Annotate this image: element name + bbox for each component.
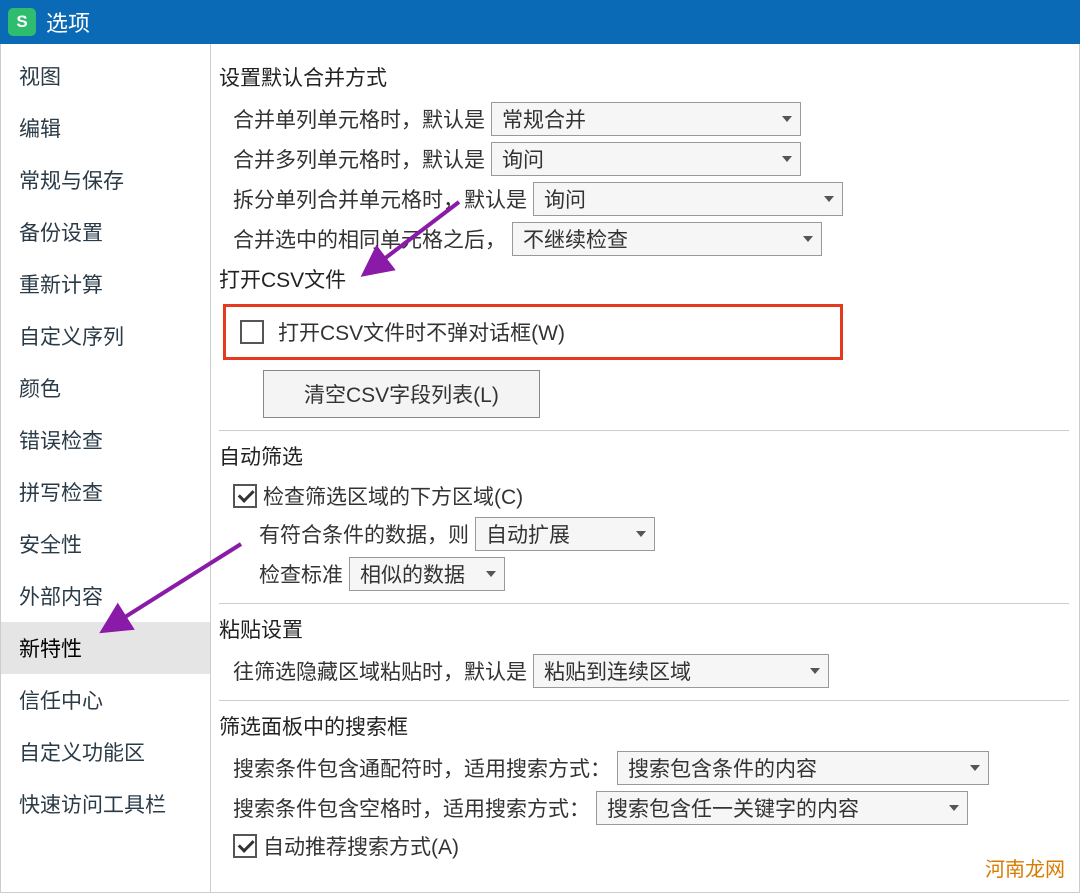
sidebar-item-external-content[interactable]: 外部内容: [1, 570, 210, 622]
csv-no-dialog-checkbox[interactable]: [240, 320, 264, 344]
select-value: 搜索包含任一关键字的内容: [607, 793, 859, 823]
filter-check-below-label: 检查筛选区域的下方区域(C): [263, 481, 523, 511]
divider: [219, 603, 1069, 604]
sidebar: 视图 编辑 常规与保存 备份设置 重新计算 自定义序列 颜色 错误检查 拼写检查…: [1, 44, 211, 892]
divider: [219, 430, 1069, 431]
sidebar-item-recalculate[interactable]: 重新计算: [1, 258, 210, 310]
sidebar-item-view[interactable]: 视图: [1, 50, 210, 102]
filter-match-select[interactable]: 自动扩展: [475, 517, 655, 551]
content-panel: 设置默认合并方式 合并单列单元格时，默认是 常规合并 合并多列单元格时，默认是 …: [211, 44, 1079, 892]
paste-select[interactable]: 粘贴到连续区域: [533, 654, 829, 688]
merge-single-col-select[interactable]: 常规合并: [491, 102, 801, 136]
select-value: 自动扩展: [486, 519, 570, 549]
merge-split-label: 拆分单列合并单元格时，默认是: [233, 184, 527, 214]
filter-check-below-row: 检查筛选区域的下方区域(C): [233, 481, 1069, 511]
search-wildcard-select[interactable]: 搜索包含条件的内容: [617, 751, 989, 785]
search-wildcard-label: 搜索条件包含通配符时，适用搜索方式：: [233, 753, 611, 783]
chevron-down-icon: [636, 531, 646, 537]
search-auto-checkbox[interactable]: [233, 834, 257, 858]
chevron-down-icon: [486, 571, 496, 577]
csv-no-dialog-label: 打开CSV文件时不弹对话框(W): [278, 317, 565, 347]
paste-row: 往筛选隐藏区域粘贴时，默认是 粘贴到连续区域: [233, 654, 1069, 688]
chevron-down-icon: [803, 236, 813, 242]
search-auto-label: 自动推荐搜索方式(A): [263, 831, 459, 861]
app-logo-icon: S: [8, 8, 36, 36]
csv-highlight-box: 打开CSV文件时不弹对话框(W): [223, 304, 843, 360]
section-paste-title: 粘贴设置: [219, 614, 1069, 644]
chevron-down-icon: [970, 765, 980, 771]
sidebar-item-quick-access[interactable]: 快速访问工具栏: [1, 778, 210, 830]
search-space-row: 搜索条件包含空格时，适用搜索方式： 搜索包含任一关键字的内容: [233, 791, 1069, 825]
sidebar-item-new-features[interactable]: 新特性: [1, 622, 210, 674]
filter-check-below-checkbox[interactable]: [233, 484, 257, 508]
sidebar-item-backup[interactable]: 备份设置: [1, 206, 210, 258]
select-value: 搜索包含条件的内容: [628, 753, 817, 783]
merge-multi-col-label: 合并多列单元格时，默认是: [233, 144, 485, 174]
window-title: 选项: [46, 6, 90, 38]
section-csv-title: 打开CSV文件: [219, 264, 1069, 294]
select-value: 常规合并: [502, 104, 586, 134]
filter-match-label: 有符合条件的数据，则: [259, 519, 469, 549]
titlebar: S 选项: [0, 0, 1080, 44]
section-merge-title: 设置默认合并方式: [219, 62, 1069, 92]
select-value: 询问: [502, 144, 544, 174]
merge-single-col-row: 合并单列单元格时，默认是 常规合并: [233, 102, 1069, 136]
merge-split-row: 拆分单列合并单元格时，默认是 询问: [233, 182, 1069, 216]
csv-clear-row: 清空CSV字段列表(L): [233, 370, 1069, 418]
sidebar-item-color[interactable]: 颜色: [1, 362, 210, 414]
filter-standard-row: 检查标准 相似的数据: [259, 557, 1069, 591]
sidebar-item-security[interactable]: 安全性: [1, 518, 210, 570]
select-value: 询问: [544, 184, 586, 214]
divider: [219, 700, 1069, 701]
sidebar-item-error-check[interactable]: 错误检查: [1, 414, 210, 466]
merge-single-col-label: 合并单列单元格时，默认是: [233, 104, 485, 134]
chevron-down-icon: [782, 156, 792, 162]
merge-same-row: 合并选中的相同单元格之后， 不继续检查: [233, 222, 1069, 256]
merge-multi-col-row: 合并多列单元格时，默认是 询问: [233, 142, 1069, 176]
select-value: 相似的数据: [360, 559, 465, 589]
sidebar-item-general-save[interactable]: 常规与保存: [1, 154, 210, 206]
chevron-down-icon: [810, 668, 820, 674]
search-auto-row: 自动推荐搜索方式(A): [233, 831, 1069, 861]
chevron-down-icon: [949, 805, 959, 811]
section-search-title: 筛选面板中的搜索框: [219, 711, 1069, 741]
chevron-down-icon: [782, 116, 792, 122]
filter-standard-label: 检查标准: [259, 559, 343, 589]
main-container: 视图 编辑 常规与保存 备份设置 重新计算 自定义序列 颜色 错误检查 拼写检查…: [0, 44, 1080, 893]
search-space-select[interactable]: 搜索包含任一关键字的内容: [596, 791, 968, 825]
search-wildcard-row: 搜索条件包含通配符时，适用搜索方式： 搜索包含条件的内容: [233, 751, 1069, 785]
sidebar-item-edit[interactable]: 编辑: [1, 102, 210, 154]
select-value: 粘贴到连续区域: [544, 656, 691, 686]
merge-same-select[interactable]: 不继续检查: [512, 222, 822, 256]
filter-match-row: 有符合条件的数据，则 自动扩展: [259, 517, 1069, 551]
watermark-text: 河南龙网: [985, 853, 1065, 882]
merge-same-label: 合并选中的相同单元格之后，: [233, 224, 506, 254]
merge-multi-col-select[interactable]: 询问: [491, 142, 801, 176]
sidebar-item-trust-center[interactable]: 信任中心: [1, 674, 210, 726]
csv-clear-button[interactable]: 清空CSV字段列表(L): [263, 370, 540, 418]
section-filter-title: 自动筛选: [219, 441, 1069, 471]
select-value: 不继续检查: [523, 224, 628, 254]
merge-split-select[interactable]: 询问: [533, 182, 843, 216]
filter-standard-select[interactable]: 相似的数据: [349, 557, 505, 591]
sidebar-item-custom-sequence[interactable]: 自定义序列: [1, 310, 210, 362]
paste-label: 往筛选隐藏区域粘贴时，默认是: [233, 656, 527, 686]
chevron-down-icon: [824, 196, 834, 202]
sidebar-item-spell-check[interactable]: 拼写检查: [1, 466, 210, 518]
sidebar-item-custom-ribbon[interactable]: 自定义功能区: [1, 726, 210, 778]
search-space-label: 搜索条件包含空格时，适用搜索方式：: [233, 793, 590, 823]
